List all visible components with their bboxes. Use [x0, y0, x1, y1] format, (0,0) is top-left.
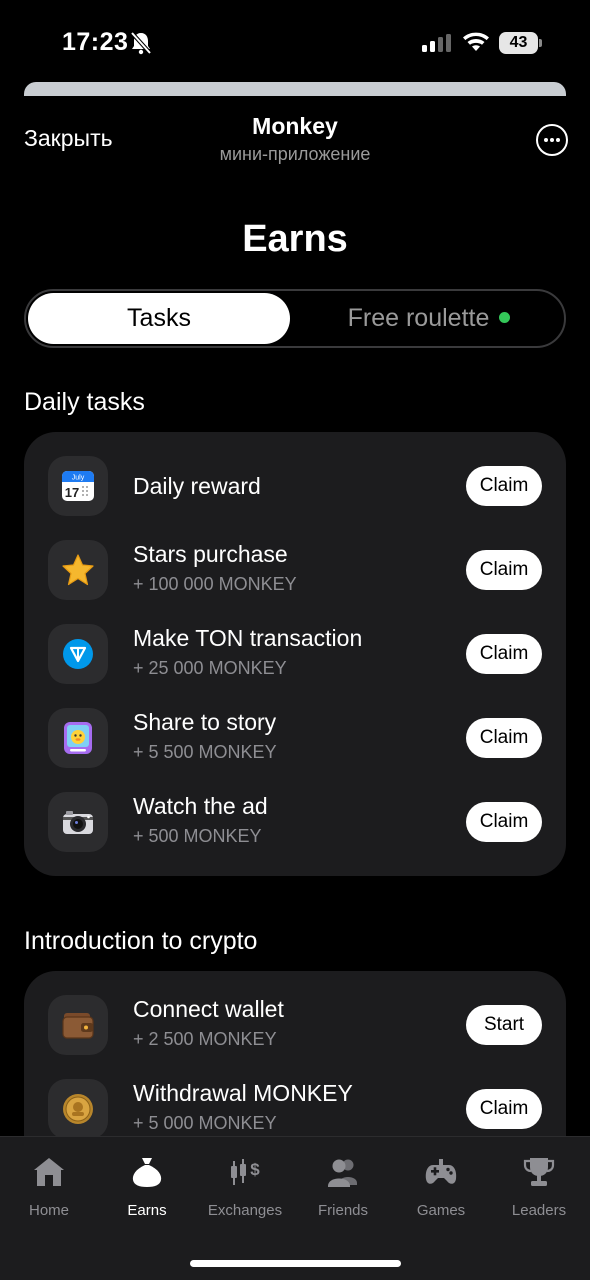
claim-button[interactable]: Claim [466, 550, 542, 590]
nav-label-friends: Friends [317, 1202, 369, 1219]
app-title: Monkey [252, 113, 338, 139]
exchange-icon: $ [231, 1159, 260, 1185]
svg-text:$: $ [250, 1160, 260, 1179]
home-icon [34, 1158, 64, 1186]
task-title: Connect wallet [133, 996, 284, 1022]
home-indicator[interactable] [190, 1260, 401, 1267]
section-title-intro-crypto: Introduction to crypto [24, 927, 258, 955]
bottom-nav: Home Earns $ Exchanges Friends Games Lea… [0, 1136, 590, 1280]
task-row-stars-purchase: Stars purchase + 100 000 MONKEY Claim [24, 528, 566, 612]
task-title: Make TON transaction [133, 625, 363, 651]
nav-games[interactable]: Games [392, 1155, 490, 1235]
coin-icon [48, 1079, 108, 1139]
nav-label-home: Home [28, 1202, 69, 1219]
trophy-icon [523, 1158, 555, 1186]
tab-tasks[interactable]: Tasks [28, 293, 290, 344]
task-row-ton-transaction: Make TON transaction + 25 000 MONKEY Cla… [24, 612, 566, 696]
friends-icon [328, 1159, 357, 1187]
task-title: Share to story [133, 709, 277, 735]
more-options-button[interactable] [536, 124, 568, 156]
nav-friends[interactable]: Friends [294, 1155, 392, 1235]
status-time: 17:23 [62, 28, 129, 56]
calendar-day-text: 17 [65, 485, 79, 500]
star-icon [48, 540, 108, 600]
task-reward: + 25 000 MONKEY [133, 658, 287, 678]
nav-leaders[interactable]: Leaders [490, 1155, 588, 1235]
task-row-share-to-story: Share to story + 5 500 MONKEY Claim [24, 696, 566, 780]
story-icon [48, 708, 108, 768]
task-reward: + 2 500 MONKEY [133, 1029, 277, 1049]
task-row-connect-wallet: Connect wallet + 2 500 MONKEY Start [24, 983, 566, 1067]
task-row-watch-ad: Watch the ad + 500 MONKEY Claim [24, 780, 566, 864]
camera-icon [48, 792, 108, 852]
start-button[interactable]: Start [466, 1005, 542, 1045]
ton-icon [48, 624, 108, 684]
nav-label-games: Games [416, 1202, 466, 1219]
calendar-icon: July 17 [48, 456, 108, 516]
battery-level: 43 [499, 32, 538, 54]
task-reward: + 5 500 MONKEY [133, 742, 277, 762]
nav-earns[interactable]: Earns [98, 1155, 196, 1235]
bell-muted-icon [130, 31, 152, 55]
tab-switcher: Tasks Free roulette [24, 289, 566, 348]
tab-free-roulette-label: Free roulette [347, 304, 490, 332]
sheet-handle [24, 82, 566, 96]
claim-button[interactable]: Claim [466, 466, 542, 506]
task-title: Daily reward [133, 473, 261, 499]
battery-icon: 43 [499, 32, 543, 55]
nav-home[interactable]: Home [0, 1155, 98, 1235]
daily-tasks-card: July 17 Daily reward Claim Stars purchas… [24, 432, 566, 876]
wifi-icon [463, 32, 489, 51]
moneybag-icon [132, 1158, 162, 1187]
nav-label-exchanges: Exchanges [207, 1202, 283, 1219]
claim-button[interactable]: Claim [466, 802, 542, 842]
nav-exchanges[interactable]: $ Exchanges [196, 1155, 294, 1235]
task-reward: + 5 000 MONKEY [133, 1113, 277, 1133]
new-indicator-dot [499, 311, 511, 323]
gamepad-icon [425, 1159, 457, 1184]
task-reward: + 500 MONKEY [133, 826, 262, 846]
tab-free-roulette[interactable]: Free roulette [294, 293, 564, 344]
app-subtitle: мини-приложение [219, 144, 371, 164]
task-title: Withdrawal MONKEY [133, 1080, 353, 1106]
status-bar: 17:23 43 [0, 0, 590, 80]
task-title: Stars purchase [133, 541, 288, 567]
page-title: Earns [242, 218, 348, 260]
calendar-month-text: July [72, 475, 85, 482]
nav-label-earns: Earns [127, 1202, 167, 1219]
task-reward: + 100 000 MONKEY [133, 574, 297, 594]
nav-label-leaders: Leaders [511, 1202, 567, 1219]
claim-button[interactable]: Claim [466, 1089, 542, 1129]
task-title: Watch the ad [133, 793, 268, 819]
signal-icon [422, 34, 451, 52]
claim-button[interactable]: Claim [466, 718, 542, 758]
task-row-daily-reward: July 17 Daily reward Claim [24, 444, 566, 528]
wallet-icon [48, 995, 108, 1055]
section-title-daily-tasks: Daily tasks [24, 388, 145, 416]
claim-button[interactable]: Claim [466, 634, 542, 674]
